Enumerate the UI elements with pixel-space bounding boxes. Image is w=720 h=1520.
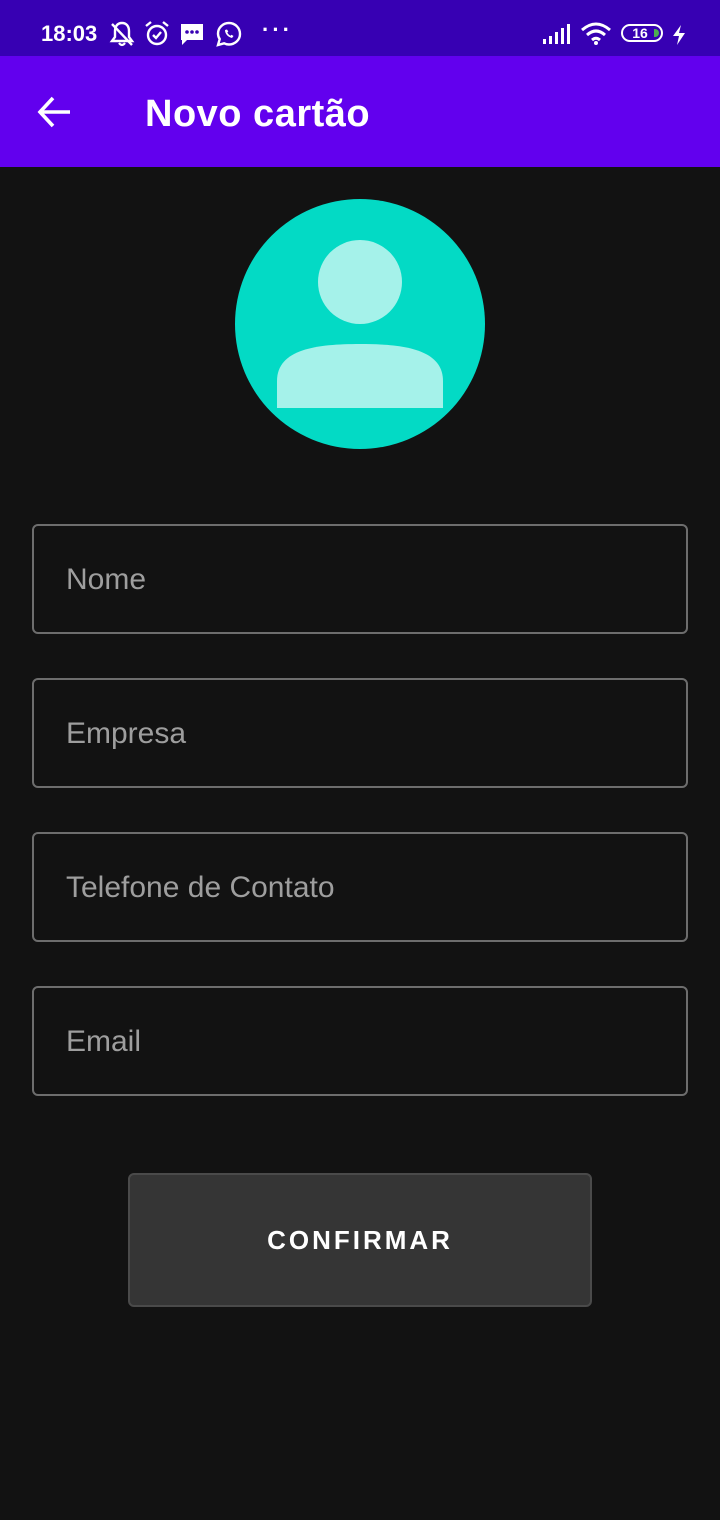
arrow-back-icon (36, 94, 72, 135)
telefone-field[interactable] (32, 832, 688, 942)
battery-icon: 16 (621, 24, 663, 42)
confirm-button[interactable]: CONFIRMAR (128, 1173, 592, 1307)
alarm-icon (144, 20, 170, 53)
notifications-off-icon (109, 20, 135, 53)
empresa-field[interactable] (32, 678, 688, 788)
battery-level: 16 (632, 25, 648, 41)
app-bar: Novo cartão (0, 56, 720, 167)
person-icon (277, 240, 443, 408)
status-time: 18:03 (41, 21, 98, 46)
email-field[interactable] (32, 986, 688, 1096)
avatar[interactable] (235, 199, 485, 449)
telefone-input[interactable] (64, 834, 664, 942)
signal-icon (541, 22, 571, 51)
back-button[interactable] (26, 86, 82, 142)
screen: 18:03 ··· 16 Novo cartão Nome Empresa Te… (0, 0, 720, 1520)
empresa-input[interactable] (64, 680, 664, 788)
email-input[interactable] (64, 988, 664, 1096)
whatsapp-icon (215, 20, 243, 53)
wifi-icon (580, 21, 612, 50)
charging-icon (671, 24, 687, 51)
status-bar: 18:03 ··· 16 (0, 0, 720, 56)
more-dots-icon: ··· (262, 17, 293, 42)
nome-field[interactable] (32, 524, 688, 634)
nome-input[interactable] (64, 526, 664, 634)
page-title: Novo cartão (145, 93, 371, 135)
battery-fill (654, 29, 659, 37)
message-icon (179, 20, 205, 53)
